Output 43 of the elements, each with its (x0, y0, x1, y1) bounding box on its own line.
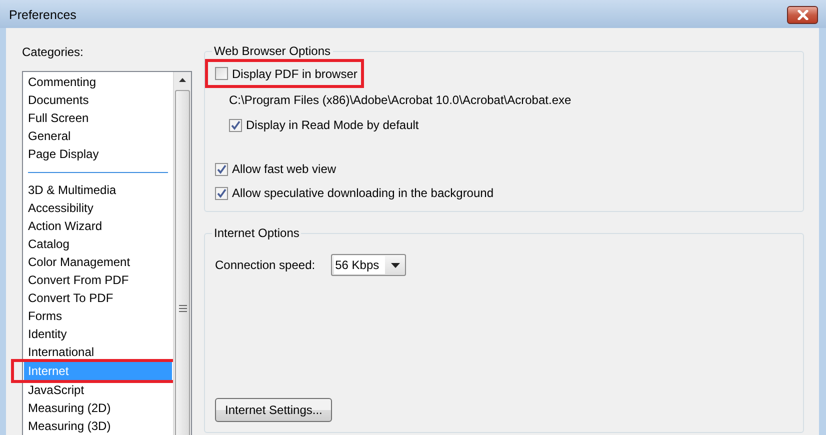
category-item[interactable]: Action Wizard (24, 217, 172, 235)
category-item[interactable]: General (24, 127, 172, 145)
checkbox-label[interactable]: Allow fast web view (232, 162, 336, 176)
file-path: C:\Program Files (x86)\Adobe\Acrobat 10.0\Acrobat\Acrobat.exe (229, 92, 572, 109)
field-label: Connection speed: (215, 258, 316, 272)
category-item[interactable]: Catalog (24, 235, 172, 253)
group-title: Internet Options (213, 226, 300, 240)
checkbox-label[interactable]: Display in Read Mode by default (246, 118, 419, 132)
close-icon (796, 10, 808, 20)
group-title: Web Browser Options (213, 44, 332, 58)
internet-settings-button[interactable]: Internet Settings... (215, 398, 332, 422)
category-item[interactable]: Color Management (24, 253, 172, 271)
category-item[interactable]: Measuring (3D) (24, 417, 172, 435)
category-item[interactable]: 3D & Multimedia (24, 181, 172, 199)
category-item[interactable]: Convert From PDF (24, 271, 172, 289)
category-item[interactable]: Measuring (2D) (24, 399, 172, 417)
checkbox[interactable] (215, 67, 228, 80)
checkbox[interactable] (215, 162, 228, 176)
check-icon (216, 164, 227, 174)
category-item[interactable]: Commenting (24, 73, 172, 91)
category-item[interactable]: Page Display (24, 145, 172, 163)
category-item[interactable]: Accessibility (24, 199, 172, 217)
check-icon (216, 188, 227, 198)
check-icon (230, 120, 241, 130)
category-item[interactable]: Convert To PDF (24, 289, 172, 307)
scrollbar[interactable] (173, 72, 191, 435)
dropdown[interactable]: 56 Kbps (331, 254, 406, 276)
category-item[interactable]: International (24, 343, 172, 361)
caret-icon (391, 262, 400, 268)
category-item[interactable]: Identity (24, 325, 172, 343)
category-item[interactable]: JavaScript (24, 381, 172, 399)
scrollbar-thumb[interactable] (175, 90, 190, 435)
category-item[interactable]: Documents (24, 91, 172, 109)
checkbox[interactable] (215, 186, 228, 200)
category-item[interactable]: Full Screen (24, 109, 172, 127)
close-button[interactable] (787, 6, 818, 24)
checkbox[interactable] (229, 118, 242, 132)
grip-icon (178, 304, 186, 312)
checkbox-label[interactable]: Display PDF in browser (232, 66, 358, 80)
window-title: Preferences (9, 8, 76, 22)
category-item[interactable]: Forms (24, 307, 172, 325)
categories-label: Categories: (22, 44, 84, 61)
checkbox-label[interactable]: Allow speculative downloading in the background (232, 186, 494, 200)
